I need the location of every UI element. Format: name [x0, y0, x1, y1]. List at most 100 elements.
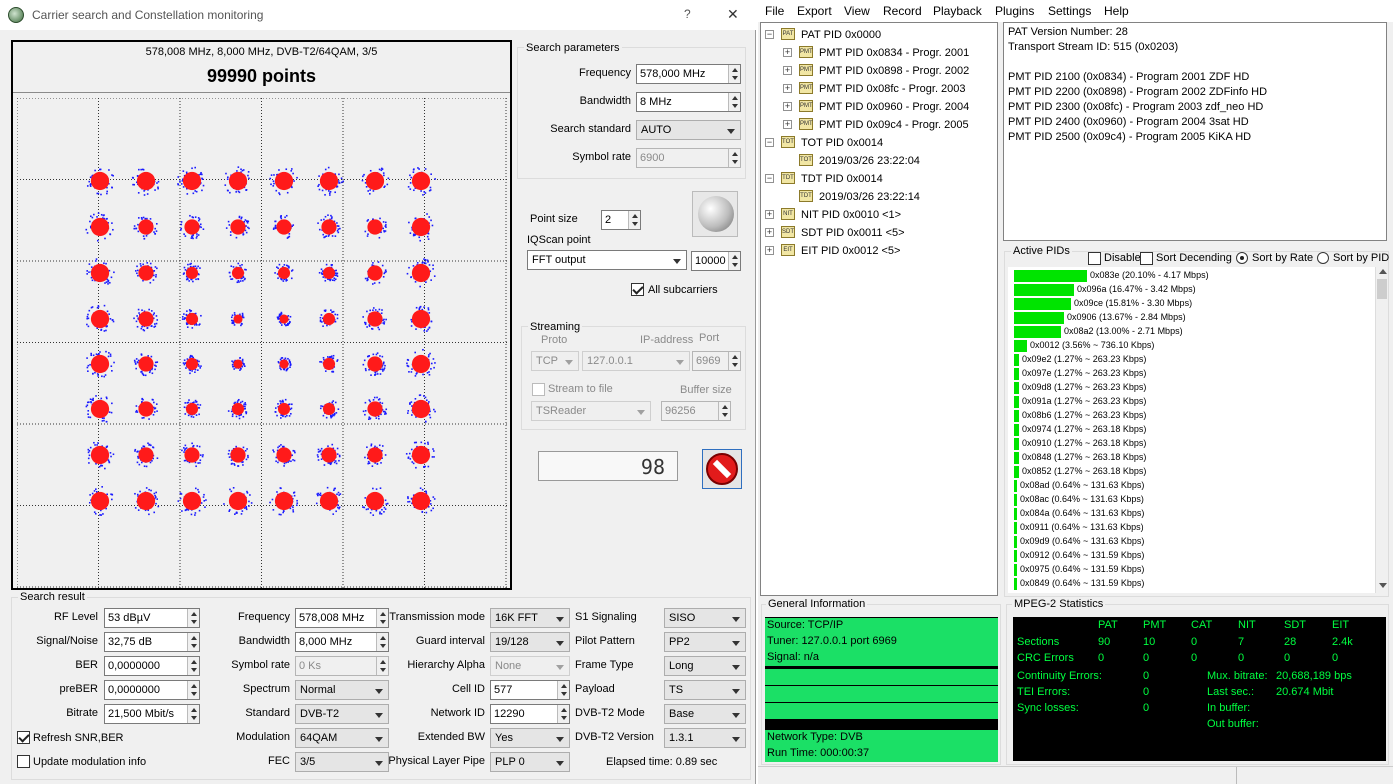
result-value-input[interactable]: 32,75 dB: [104, 632, 200, 652]
result-value-select[interactable]: Normal: [295, 680, 389, 700]
sort-desc-checkbox[interactable]: [1140, 252, 1153, 265]
pid-row[interactable]: 0x084a (0.64% ~ 131.63 Kbps): [1008, 507, 1375, 521]
stop-button[interactable]: [702, 449, 742, 489]
result-value-input[interactable]: 53 dBµV: [104, 608, 200, 628]
all-subcarriers-checkbox[interactable]: [631, 283, 644, 296]
expand-icon[interactable]: +: [783, 120, 792, 129]
result-value-input[interactable]: 21,500 Mbit/s: [104, 704, 200, 724]
sort-rate-radio[interactable]: [1236, 252, 1248, 264]
result-value-select[interactable]: PP2: [664, 632, 746, 652]
bandwidth-input[interactable]: 8 MHz: [636, 92, 741, 112]
menu-item[interactable]: Settings: [1048, 4, 1091, 18]
result-value-select[interactable]: Yes: [490, 728, 570, 748]
pid-row[interactable]: 0x08b6 (1.27% ~ 263.23 Kbps): [1008, 409, 1375, 423]
tree-node[interactable]: + EIT EIT PID 0x0012 <5>: [761, 242, 997, 260]
pid-row[interactable]: 0x0910 (1.27% ~ 263.18 Kbps): [1008, 437, 1375, 451]
result-value-select[interactable]: Base: [664, 704, 746, 724]
scroll-down-icon[interactable]: [1379, 583, 1387, 588]
menu-item[interactable]: View: [844, 4, 870, 18]
iqscan-count-input[interactable]: 10000: [691, 251, 741, 271]
scroll-up-icon[interactable]: [1379, 269, 1387, 274]
expand-icon[interactable]: +: [765, 210, 774, 219]
menu-item[interactable]: Export: [797, 4, 832, 18]
menu-item[interactable]: Playback: [933, 4, 982, 18]
result-value-select[interactable]: None: [490, 656, 570, 676]
tree-node[interactable]: TOT 2019/03/26 23:22:04: [761, 152, 997, 170]
pid-row[interactable]: 0x09ce (15.81% - 3.30 Mbps): [1008, 297, 1375, 311]
buffer-size-input[interactable]: 96256: [661, 401, 731, 421]
pid-row[interactable]: 0x0849 (0.64% ~ 131.59 Kbps): [1008, 577, 1375, 591]
result-value-select[interactable]: TS: [664, 680, 746, 700]
pid-row[interactable]: 0x08ad (0.64% ~ 131.63 Kbps): [1008, 479, 1375, 493]
expand-icon[interactable]: +: [765, 246, 774, 255]
ip-select[interactable]: 127.0.0.1: [582, 351, 690, 371]
pid-row[interactable]: 0x0975 (0.64% ~ 131.59 Kbps): [1008, 563, 1375, 577]
search-standard-select[interactable]: AUTO: [636, 120, 741, 140]
pid-row[interactable]: 0x083e (20.10% - 4.17 Mbps): [1008, 269, 1375, 283]
result-value-select[interactable]: 16K FFT: [490, 608, 570, 628]
tree-node[interactable]: TDT 2019/03/26 23:22:14: [761, 188, 997, 206]
expand-icon[interactable]: +: [765, 228, 774, 237]
disabled-checkbox[interactable]: [1088, 252, 1101, 265]
expand-icon[interactable]: +: [783, 66, 792, 75]
iqscan-select[interactable]: FFT output: [527, 250, 687, 270]
result-value-select[interactable]: Long: [664, 656, 746, 676]
menu-item[interactable]: Plugins: [995, 4, 1034, 18]
menu-item[interactable]: Record: [883, 4, 922, 18]
tree-node[interactable]: + PMT PMT PID 0x08fc - Progr. 2003: [761, 80, 997, 98]
collapse-icon[interactable]: −: [765, 30, 774, 39]
result-value-input[interactable]: 578,008 MHz: [295, 608, 389, 628]
tree-node[interactable]: + PMT PMT PID 0x0834 - Progr. 2001: [761, 44, 997, 62]
tree-node[interactable]: − TOT TOT PID 0x0014: [761, 134, 997, 152]
symbol-rate-input[interactable]: 6900: [636, 148, 741, 168]
frequency-input[interactable]: 578,000 MHz: [636, 64, 741, 84]
port-input[interactable]: 6969: [692, 351, 741, 371]
pid-row[interactable]: 0x0906 (13.67% - 2.84 Mbps): [1008, 311, 1375, 325]
close-icon[interactable]: ✕: [727, 6, 739, 23]
pid-row[interactable]: 0x0012 (3.56% ~ 736.10 Kbps): [1008, 339, 1375, 353]
expand-icon[interactable]: +: [783, 84, 792, 93]
pid-row[interactable]: 0x0852 (1.27% ~ 263.18 Kbps): [1008, 465, 1375, 479]
result-value-input[interactable]: 8,000 MHz: [295, 632, 389, 652]
pid-row[interactable]: 0x09d9 (0.64% ~ 131.63 Kbps): [1008, 535, 1375, 549]
collapse-icon[interactable]: −: [765, 138, 774, 147]
pid-row[interactable]: 0x097e (1.27% ~ 263.23 Kbps): [1008, 367, 1375, 381]
pid-row[interactable]: 0x0848 (1.27% ~ 263.18 Kbps): [1008, 451, 1375, 465]
result-value-select[interactable]: 64QAM: [295, 728, 389, 748]
refresh-checkbox[interactable]: [17, 731, 30, 744]
proto-select[interactable]: TCP: [531, 351, 579, 371]
help-button[interactable]: ?: [684, 7, 691, 21]
pid-row[interactable]: 0x0912 (0.64% ~ 131.59 Kbps): [1008, 549, 1375, 563]
result-value-input[interactable]: 12290: [490, 704, 570, 724]
tree-node[interactable]: − TDT TDT PID 0x0014: [761, 170, 997, 188]
result-value-select[interactable]: 3/5: [295, 752, 389, 772]
pid-row[interactable]: 0x0974 (1.27% ~ 263.18 Kbps): [1008, 423, 1375, 437]
stream-to-file-checkbox[interactable]: [532, 383, 545, 396]
reader-select[interactable]: TSReader: [531, 401, 651, 421]
result-value-select[interactable]: SISO: [664, 608, 746, 628]
point-size-input[interactable]: 2: [601, 210, 641, 230]
tree-node[interactable]: + PMT PMT PID 0x0960 - Progr. 2004: [761, 98, 997, 116]
result-value-input[interactable]: 0 Ks: [295, 656, 389, 676]
menu-item[interactable]: File: [765, 4, 784, 18]
pid-row[interactable]: 0x08ac (0.64% ~ 131.63 Kbps): [1008, 493, 1375, 507]
collapse-icon[interactable]: −: [765, 174, 774, 183]
result-value-input[interactable]: 0,0000000: [104, 656, 200, 676]
expand-icon[interactable]: +: [783, 48, 792, 57]
pid-row[interactable]: 0x0911 (0.64% ~ 131.63 Kbps): [1008, 521, 1375, 535]
expand-icon[interactable]: +: [783, 102, 792, 111]
pid-row[interactable]: 0x08a2 (13.00% - 2.71 Mbps): [1008, 325, 1375, 339]
result-value-select[interactable]: DVB-T2: [295, 704, 389, 724]
sort-pid-radio[interactable]: [1317, 252, 1329, 264]
update-mod-checkbox[interactable]: [17, 755, 30, 768]
tree-node[interactable]: + NIT NIT PID 0x0010 <1>: [761, 206, 997, 224]
result-value-select[interactable]: 1.3.1: [664, 728, 746, 748]
result-value-select[interactable]: 19/128: [490, 632, 570, 652]
tree-node[interactable]: + PMT PMT PID 0x09c4 - Progr. 2005: [761, 116, 997, 134]
globe-button[interactable]: [692, 191, 738, 237]
pid-row[interactable]: 0x096a (16.47% - 3.42 Mbps): [1008, 283, 1375, 297]
scroll-thumb[interactable]: [1377, 279, 1387, 299]
menu-item[interactable]: Help: [1104, 4, 1129, 18]
result-value-input[interactable]: 0,0000000: [104, 680, 200, 700]
tree-node[interactable]: + PMT PMT PID 0x0898 - Progr. 2002: [761, 62, 997, 80]
